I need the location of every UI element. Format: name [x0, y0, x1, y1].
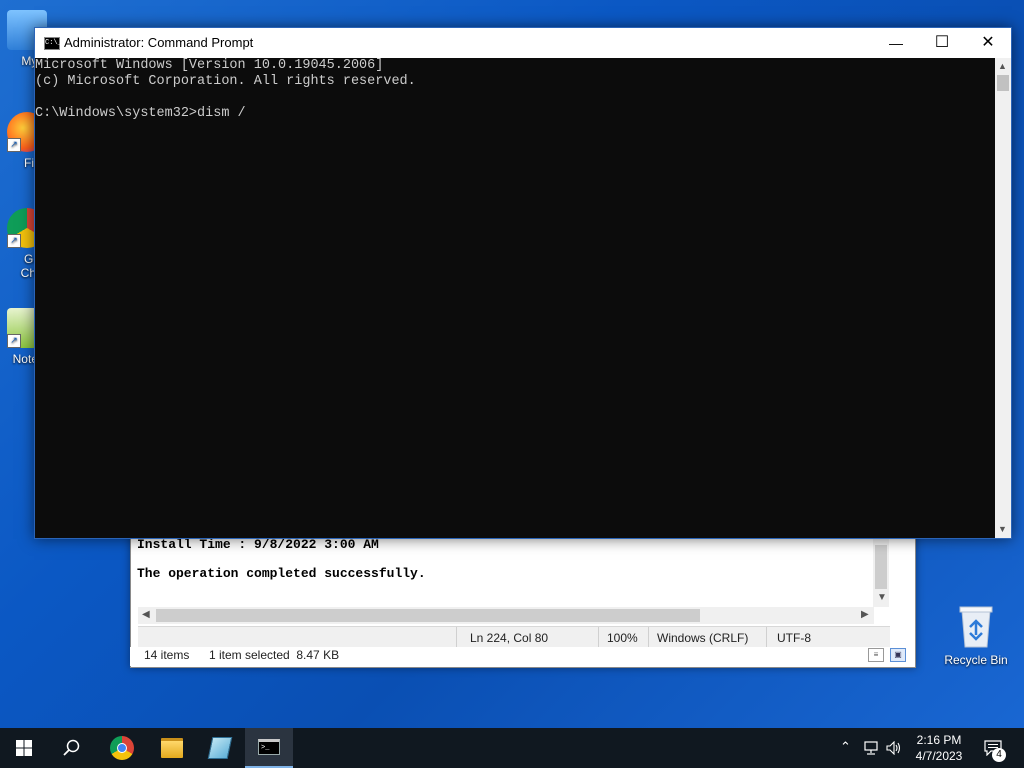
chrome-icon	[110, 736, 134, 760]
start-button[interactable]	[0, 728, 48, 768]
shortcut-arrow-icon: ↗	[7, 334, 21, 348]
explorer-item-count: 14 items	[144, 648, 190, 662]
cmd-icon: C:\_	[44, 37, 62, 50]
search-button[interactable]	[48, 728, 96, 768]
shortcut-arrow-icon: ↗	[7, 234, 21, 248]
cmd-scroll-thumb[interactable]	[997, 75, 1009, 91]
maximize-button[interactable]: ☐	[919, 28, 965, 58]
status-divider	[456, 627, 457, 648]
explorer-selection-info: 1 item selected 8.47 KB	[209, 648, 340, 662]
console-line: (c) Microsoft Corporation. All rights re…	[35, 74, 416, 89]
notepad-text-area[interactable]: Install Time : 9/8/2022 3:00 AM​The oper…	[137, 537, 877, 581]
status-encoding: UTF-8	[777, 631, 811, 645]
cmd-title-bar[interactable]: C:\_ Administrator: Command Prompt — ☐ ✕	[35, 28, 1011, 58]
network-icon[interactable]	[863, 741, 879, 755]
recycle-bin-icon	[959, 606, 993, 648]
command-prompt-window[interactable]: C:\_ Administrator: Command Prompt — ☐ ✕…	[34, 27, 1012, 539]
status-line-ending: Windows (CRLF)	[657, 631, 749, 645]
notification-count-badge: 4	[992, 748, 1006, 762]
window-title: Administrator: Command Prompt	[64, 35, 254, 50]
cmd-icon: >_	[258, 739, 280, 755]
cmd-vertical-scrollbar[interactable]: ▲ ▼	[995, 58, 1011, 538]
cmd-console-output[interactable]: Microsoft Windows [Version 10.0.19045.20…	[35, 58, 995, 538]
status-divider	[598, 627, 599, 648]
notepad-vertical-scroll-thumb[interactable]	[875, 545, 887, 589]
taskbar-clock[interactable]: 2:16 PM 4/7/2023	[906, 732, 972, 764]
scroll-left-arrow-icon[interactable]: ◀	[142, 609, 150, 620]
scroll-down-arrow-icon[interactable]: ▼	[877, 592, 887, 603]
minimize-button[interactable]: —	[873, 28, 919, 58]
notepad-line: The operation completed successfully.	[137, 566, 426, 581]
console-line: Microsoft Windows [Version 10.0.19045.20…	[35, 58, 384, 73]
explorer-status-bar: 14 items 1 item selected 8.47 KB ≡ ▣	[130, 647, 914, 666]
close-button[interactable]: ✕	[965, 28, 1011, 58]
taskbar-command-prompt[interactable]: >_	[245, 728, 293, 768]
taskbar-notepad[interactable]	[196, 728, 244, 768]
console-line: ​	[35, 90, 995, 106]
notepad-status-bar: Ln 224, Col 80 100% Windows (CRLF) UTF-8	[138, 626, 890, 648]
notepad-line: ​	[137, 552, 877, 567]
taskbar: >_ ⌃ 2:16 PM 4/7/2023 4	[0, 728, 1024, 768]
action-center-button[interactable]: 4	[976, 728, 1024, 768]
recycle-bin-label: Recycle Bin	[944, 653, 1008, 667]
clock-date: 4/7/2023	[915, 749, 963, 763]
notepad-icon	[207, 737, 233, 759]
windows-logo-icon	[16, 740, 32, 756]
search-icon	[63, 739, 80, 756]
console-prompt-line: C:\Windows\system32>dism /	[35, 106, 246, 121]
file-explorer-icon	[161, 738, 183, 758]
taskbar-file-explorer[interactable]	[148, 728, 196, 768]
status-divider	[766, 627, 767, 648]
status-position: Ln 224, Col 80	[470, 631, 549, 645]
taskbar-chrome[interactable]	[98, 728, 146, 768]
desktop-icon-recycle-bin[interactable]: Recycle Bin	[940, 600, 1012, 667]
status-divider	[648, 627, 649, 648]
system-tray: ⌃	[834, 728, 906, 768]
show-hidden-icons-chevron-up-icon[interactable]: ⌃	[840, 739, 851, 755]
volume-icon[interactable]	[886, 741, 902, 755]
scroll-down-arrow-icon[interactable]: ▼	[998, 524, 1007, 534]
large-icons-view-icon[interactable]: ▣	[890, 648, 906, 662]
clock-time: 2:16 PM	[916, 733, 962, 747]
status-zoom: 100%	[607, 631, 638, 645]
shortcut-arrow-icon: ↗	[7, 138, 21, 152]
scroll-right-arrow-icon[interactable]: ▶	[861, 609, 869, 620]
notepad-horizontal-scroll-thumb[interactable]	[156, 609, 700, 622]
details-view-icon[interactable]: ≡	[868, 648, 884, 662]
scroll-up-arrow-icon[interactable]: ▲	[998, 61, 1007, 71]
notepad-line: Install Time : 9/8/2022 3:00 AM	[137, 537, 379, 552]
